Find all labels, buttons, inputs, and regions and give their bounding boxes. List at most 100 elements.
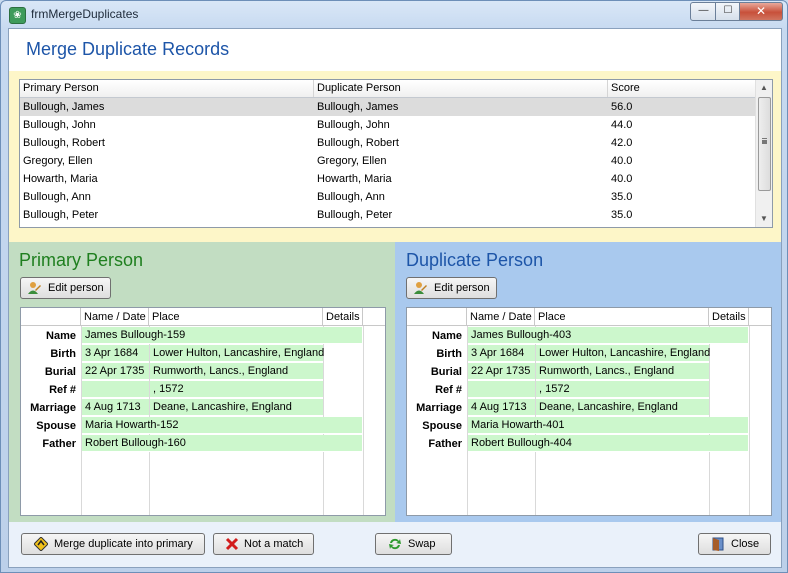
score-cell: 44.0 bbox=[611, 119, 633, 131]
details-cell bbox=[710, 363, 748, 380]
primary-person-panel: Primary Person Edit person Name / Date Pl… bbox=[9, 242, 395, 522]
person-detail-row[interactable]: Name James Bullough-159 bbox=[21, 327, 385, 345]
row-label: Name bbox=[46, 330, 76, 342]
header: Merge Duplicate Records bbox=[9, 29, 781, 71]
row-label: Father bbox=[42, 438, 76, 450]
details-cell bbox=[324, 363, 362, 380]
swap-button[interactable]: Swap bbox=[375, 533, 452, 555]
place-cell: Deane, Lancashire, England bbox=[150, 399, 323, 416]
merge-duplicates-window: ❀ frmMergeDuplicates — ☐ ✕ Merge Duplica… bbox=[0, 0, 788, 573]
grip-icon bbox=[762, 138, 767, 140]
duplicate-person-cell: Howarth, Maria bbox=[317, 173, 392, 185]
primary-person-cell: Bullough, Peter bbox=[23, 209, 99, 221]
maximize-button[interactable]: ☐ bbox=[715, 2, 741, 21]
row-label: Father bbox=[428, 438, 462, 450]
table-row[interactable]: Bullough, Robert Bullough, Robert 42.0 bbox=[20, 134, 756, 152]
score-cell: 35.0 bbox=[611, 209, 633, 221]
column-header-place[interactable]: Place bbox=[149, 308, 323, 326]
column-header-name-date[interactable]: Name / Date bbox=[81, 308, 149, 326]
person-detail-row[interactable]: Father Robert Bullough-160 bbox=[21, 435, 385, 453]
matches-grid[interactable]: Primary Person Duplicate Person Score Bu… bbox=[19, 79, 773, 228]
details-cell bbox=[710, 381, 748, 398]
table-row[interactable]: Gregory, Ellen Gregory, Ellen 40.0 bbox=[20, 152, 756, 170]
duplicate-person-grid[interactable]: Name / Date Place Details Name James Bulloug… bbox=[406, 307, 772, 516]
table-row[interactable]: Bullough, John Bullough, John 44.0 bbox=[20, 116, 756, 134]
column-header-name-date[interactable]: Name / Date bbox=[467, 308, 535, 326]
primary-person-title: Primary Person bbox=[19, 250, 144, 270]
primary-person-cell: Bullough, Robert bbox=[23, 137, 105, 149]
person-detail-row[interactable]: Marriage 4 Aug 1713 Deane, Lancashire, Eng… bbox=[407, 399, 771, 417]
score-cell: 56.0 bbox=[611, 101, 633, 113]
window-title: frmMergeDuplicates bbox=[31, 7, 139, 21]
person-detail-row[interactable]: Birth 3 Apr 1684 Lower Hulton, Lancashire,… bbox=[21, 345, 385, 363]
name-date-cell: 22 Apr 1735 bbox=[82, 363, 149, 380]
column-header-duplicate[interactable]: Duplicate Person bbox=[314, 80, 608, 97]
page-title: Merge Duplicate Records bbox=[26, 39, 230, 59]
person-detail-row[interactable]: Name James Bullough-403 bbox=[407, 327, 771, 345]
close-button[interactable]: Close bbox=[698, 533, 771, 555]
primary-person-cell: Bullough, James bbox=[23, 101, 105, 113]
details-cell bbox=[324, 345, 362, 362]
name-date-cell: Robert Bullough-404 bbox=[468, 435, 748, 452]
row-header-corner bbox=[21, 308, 81, 326]
score-cell: 35.0 bbox=[611, 191, 633, 203]
row-header-corner bbox=[407, 308, 467, 326]
row-label: Spouse bbox=[422, 420, 462, 432]
person-detail-row[interactable]: Birth 3 Apr 1684 Lower Hulton, Lancashire,… bbox=[407, 345, 771, 363]
not-a-match-button[interactable]: Not a match bbox=[213, 533, 314, 555]
person-detail-row[interactable]: Spouse Maria Howarth-152 bbox=[21, 417, 385, 435]
column-header-primary[interactable]: Primary Person bbox=[20, 80, 314, 97]
merge-button[interactable]: Merge duplicate into primary bbox=[21, 533, 205, 555]
place-cell: Lower Hulton, Lancashire, England bbox=[536, 345, 710, 362]
details-cell bbox=[324, 381, 362, 398]
person-detail-row[interactable]: Marriage 4 Aug 1713 Deane, Lancashire, Eng… bbox=[21, 399, 385, 417]
person-detail-row[interactable]: Ref # , 1572 bbox=[21, 381, 385, 399]
scroll-down-icon[interactable]: ▼ bbox=[756, 211, 772, 227]
matches-scrollbar[interactable]: ▲ ▼ bbox=[755, 80, 772, 227]
person-detail-row[interactable]: Ref # , 1572 bbox=[407, 381, 771, 399]
column-header-score[interactable]: Score bbox=[608, 80, 756, 97]
swap-icon bbox=[389, 538, 401, 550]
edit-duplicate-person-button[interactable]: Edit person bbox=[406, 277, 497, 299]
duplicate-person-cell: Gregory, Ellen bbox=[317, 155, 387, 167]
row-label: Burial bbox=[430, 366, 462, 378]
edit-primary-person-button[interactable]: Edit person bbox=[20, 277, 111, 299]
primary-person-cell: Howarth, Maria bbox=[23, 173, 98, 185]
name-date-cell: James Bullough-159 bbox=[82, 327, 362, 344]
table-row[interactable]: Bullough, James Bullough, James 56.0 bbox=[20, 98, 756, 116]
red-x-icon bbox=[225, 537, 239, 551]
duplicate-person-cell: Bullough, Ann bbox=[317, 191, 385, 203]
person-detail-row[interactable]: Father Robert Bullough-404 bbox=[407, 435, 771, 453]
primary-person-grid[interactable]: Name / Date Place Details Name James Bulloug… bbox=[20, 307, 386, 516]
person-detail-row[interactable]: Burial 22 Apr 1735 Rumworth, Lancs., Engla… bbox=[21, 363, 385, 381]
close-window-button[interactable]: ✕ bbox=[739, 2, 783, 21]
column-header-place[interactable]: Place bbox=[535, 308, 709, 326]
close-label: Close bbox=[731, 538, 760, 550]
column-header-details[interactable]: Details bbox=[323, 308, 363, 326]
table-row[interactable]: Bullough, Peter Bullough, Peter 35.0 bbox=[20, 206, 756, 224]
row-label: Name bbox=[432, 330, 462, 342]
table-row[interactable]: Bullough, Ann Bullough, Ann 35.0 bbox=[20, 188, 756, 206]
edit-person-icon bbox=[414, 282, 427, 294]
name-date-cell: 4 Aug 1713 bbox=[468, 399, 535, 416]
scroll-up-icon[interactable]: ▲ bbox=[756, 80, 772, 96]
column-header-filler bbox=[749, 308, 771, 326]
details-cell bbox=[324, 399, 362, 416]
title-bar: ❀ frmMergeDuplicates — ☐ ✕ bbox=[1, 1, 787, 27]
minimize-button[interactable]: — bbox=[690, 2, 717, 21]
swap-label: Swap bbox=[408, 538, 436, 550]
duplicate-person-cell: Bullough, Peter bbox=[317, 209, 393, 221]
person-detail-row[interactable]: Burial 22 Apr 1735 Rumworth, Lancs., Engla… bbox=[407, 363, 771, 381]
column-header-details[interactable]: Details bbox=[709, 308, 749, 326]
duplicate-person-cell: Bullough, John bbox=[317, 119, 390, 131]
primary-person-cell: Bullough, Ann bbox=[23, 191, 91, 203]
name-date-cell: 22 Apr 1735 bbox=[468, 363, 535, 380]
place-cell: Rumworth, Lancs., England bbox=[150, 363, 323, 380]
duplicate-person-panel: Duplicate Person Edit person Name / Date… bbox=[395, 242, 781, 522]
table-row[interactable]: Howarth, Maria Howarth, Maria 40.0 bbox=[20, 170, 756, 188]
person-grid-header: Name / Date Place Details bbox=[21, 308, 385, 326]
edit-person-label: Edit person bbox=[434, 282, 490, 294]
score-cell: 40.0 bbox=[611, 155, 633, 167]
person-detail-row[interactable]: Spouse Maria Howarth-401 bbox=[407, 417, 771, 435]
scroll-thumb[interactable] bbox=[758, 97, 771, 191]
